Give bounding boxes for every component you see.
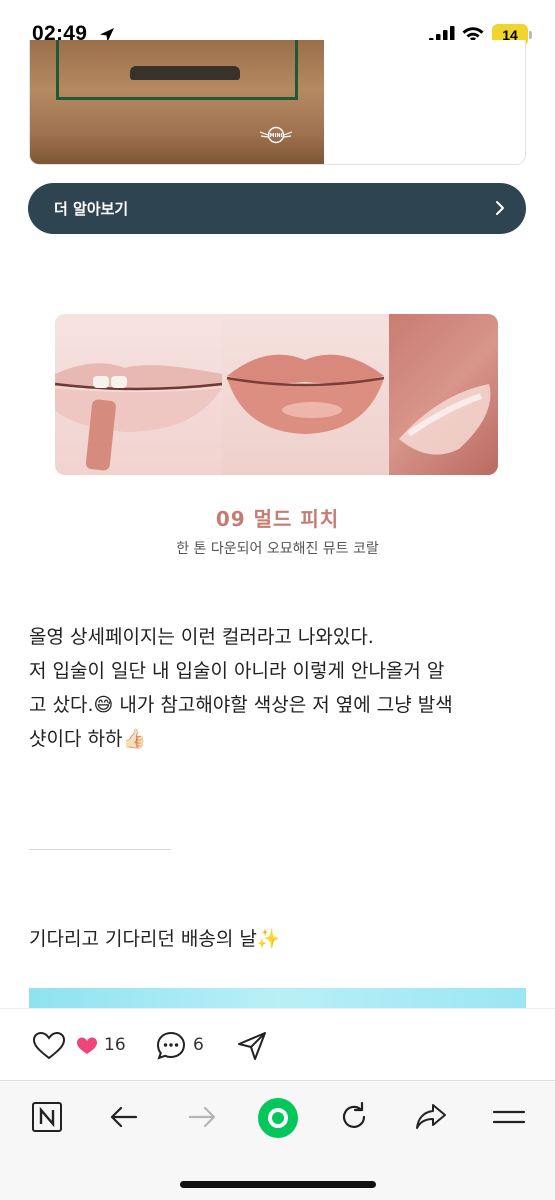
post-line: 고 샀다.😅 내가 참고해야할 색상은 저 옆에 그냥 발색: [29, 694, 453, 716]
post-line: 저 입술이 일단 내 입술이 아니라 이렇게 안나올거 알: [29, 660, 445, 682]
send-icon[interactable]: [236, 1030, 268, 1062]
comment-icon[interactable]: [155, 1030, 187, 1062]
reload-icon[interactable]: [336, 1099, 372, 1135]
naver-n-icon[interactable]: [29, 1099, 65, 1135]
ad-car-shape: [130, 66, 240, 80]
shade-description: 한 톤 다운되어 오묘해진 뮤트 코랄: [176, 541, 379, 557]
back-arrow-icon[interactable]: [106, 1099, 142, 1135]
learn-more-button[interactable]: 더 알아보기: [28, 183, 526, 234]
post-paragraph: 올영 상세페이지는 이런 컬러라고 나와있다. 저 입술이 일단 내 입술이 아…: [29, 620, 529, 756]
green-home-icon[interactable]: [257, 1097, 299, 1139]
comment-count: 6: [193, 1035, 204, 1055]
next-post-image[interactable]: [29, 988, 526, 1008]
ad-image[interactable]: MINI: [30, 40, 324, 164]
swatch-photo: [389, 314, 498, 475]
reaction-bar: 16 6: [0, 1008, 555, 1080]
post-line: 샷이다 하하👍🏻: [29, 728, 147, 750]
ad-card[interactable]: MINI: [29, 40, 526, 165]
forward-arrow-icon[interactable]: [184, 1099, 220, 1135]
section-divider: [29, 849, 171, 850]
heart-outline-icon[interactable]: [32, 1031, 66, 1061]
menu-icon[interactable]: [491, 1099, 527, 1135]
lip-model-photo-1: [55, 314, 223, 475]
post-paragraph-2: 기다리고 기다리던 배송의 날✨: [29, 928, 281, 950]
home-indicator: [180, 1181, 376, 1188]
chevron-right-icon: [496, 201, 504, 215]
like-count: 16: [104, 1035, 126, 1055]
learn-more-label: 더 알아보기: [54, 200, 129, 218]
mini-logo-text: MINI: [270, 133, 283, 139]
share-icon[interactable]: [413, 1099, 449, 1135]
post-line: 올영 상세페이지는 이런 컬러라고 나와있다.: [29, 626, 374, 648]
shade-name: 09 멀드 피치: [215, 507, 340, 531]
heart-badge-icon: [77, 1037, 97, 1054]
mini-logo-icon: MINI: [259, 126, 293, 144]
lip-model-photo-2: [222, 314, 389, 475]
product-swatch-image[interactable]: [55, 314, 498, 475]
